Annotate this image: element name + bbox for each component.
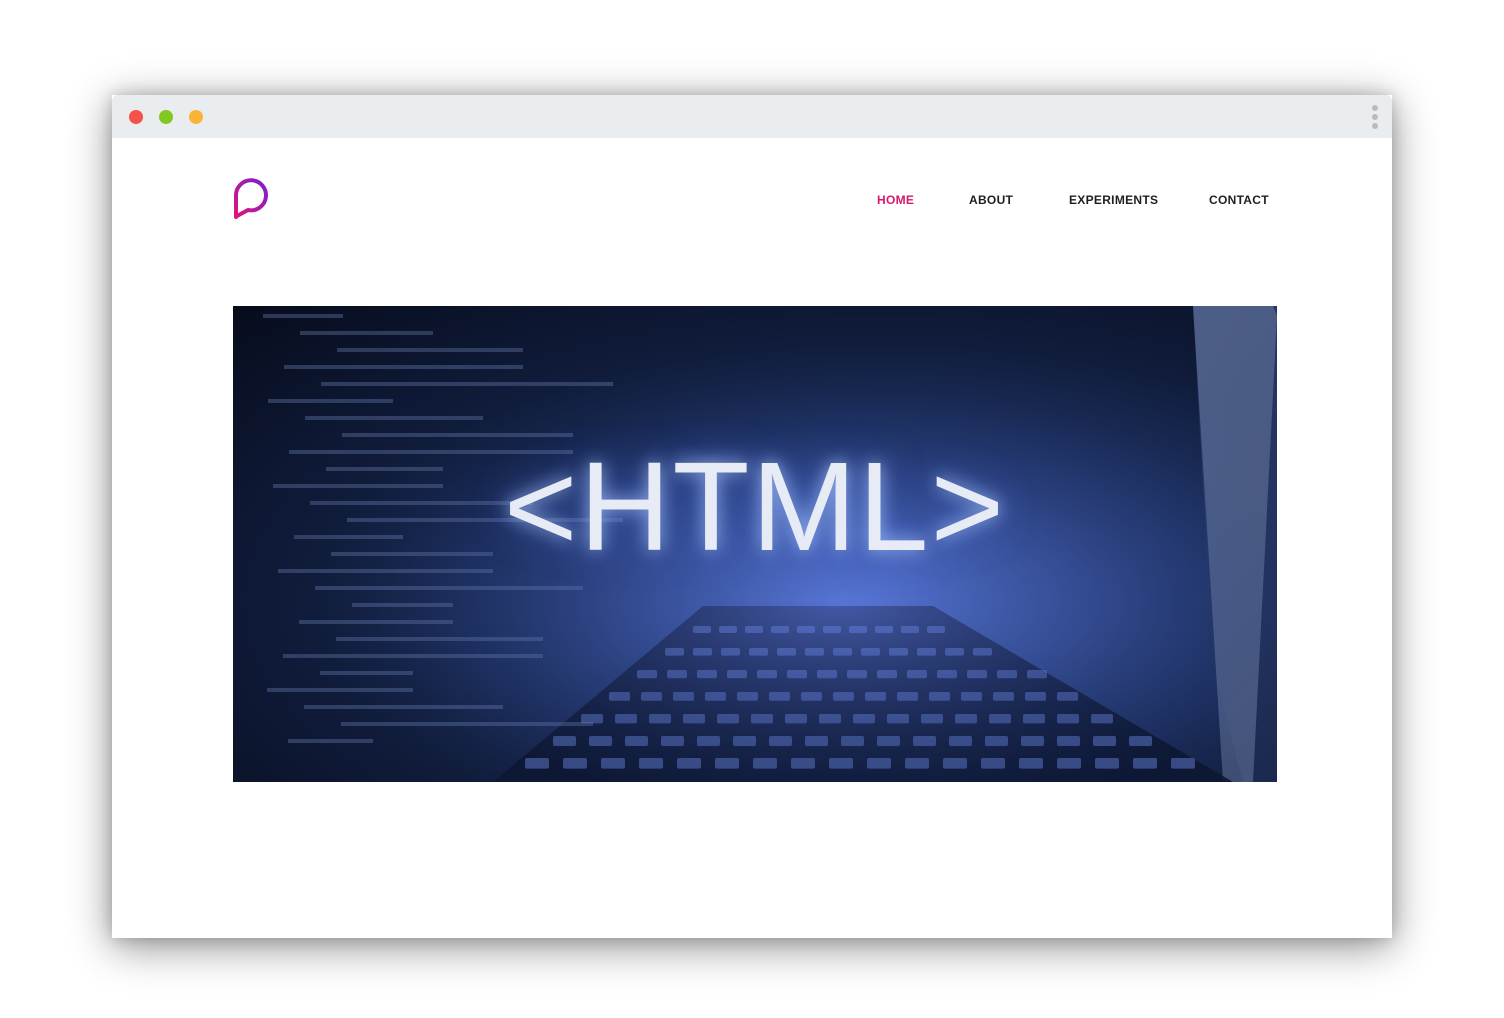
browser-window: HOME ABOUT EXPERIMENTS CONTACT <HTML> xyxy=(112,95,1392,938)
speech-bubble-logo-icon xyxy=(233,178,268,219)
minimize-window-button[interactable] xyxy=(189,110,203,124)
hero-html-text: <HTML> xyxy=(503,436,1007,577)
nav-item-about[interactable]: ABOUT xyxy=(969,193,1013,207)
vertical-dots-icon[interactable] xyxy=(1371,105,1379,129)
site-logo[interactable] xyxy=(231,177,269,221)
nav-item-contact[interactable]: CONTACT xyxy=(1209,193,1269,207)
nav-item-experiments[interactable]: EXPERIMENTS xyxy=(1069,193,1158,207)
nav-item-home[interactable]: HOME xyxy=(877,193,914,207)
close-window-button[interactable] xyxy=(129,110,143,124)
hero-image: <HTML> xyxy=(233,306,1277,782)
browser-title-bar xyxy=(112,95,1392,138)
maximize-window-button[interactable] xyxy=(159,110,173,124)
